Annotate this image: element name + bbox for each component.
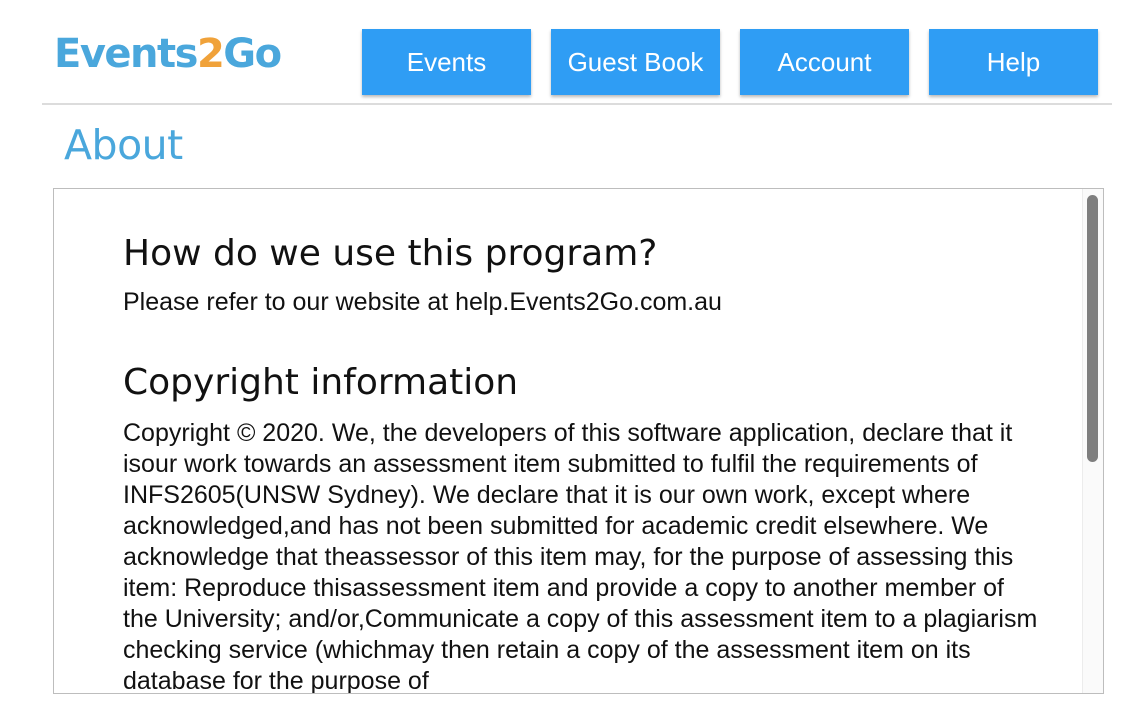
header-divider [42, 103, 1112, 105]
about-content: How do we use this program? Please refer… [123, 233, 1038, 694]
logo-text-accent: 2 [196, 31, 225, 77]
scrollbar-thumb[interactable] [1087, 195, 1098, 462]
copyright-text: Copyright © 2020. We, the developers of … [123, 419, 1038, 694]
nav-help-button[interactable]: Help [929, 29, 1098, 95]
logo-text-suffix: Go [223, 31, 282, 77]
usage-text: Please refer to our website at help.Even… [123, 288, 722, 316]
app-logo: Events2Go [54, 30, 282, 78]
logo-text-prefix: Events [54, 31, 198, 77]
nav-account-button[interactable]: Account [740, 29, 909, 95]
copyright-heading: Copyright information [123, 362, 519, 403]
usage-heading: How do we use this program? [123, 233, 658, 274]
nav-events-button[interactable]: Events [362, 29, 531, 95]
vertical-scrollbar[interactable] [1082, 189, 1103, 693]
about-content-panel[interactable]: How do we use this program? Please refer… [53, 188, 1104, 694]
nav-guest-book-button[interactable]: Guest Book [551, 29, 720, 95]
page-title: About [64, 121, 183, 169]
